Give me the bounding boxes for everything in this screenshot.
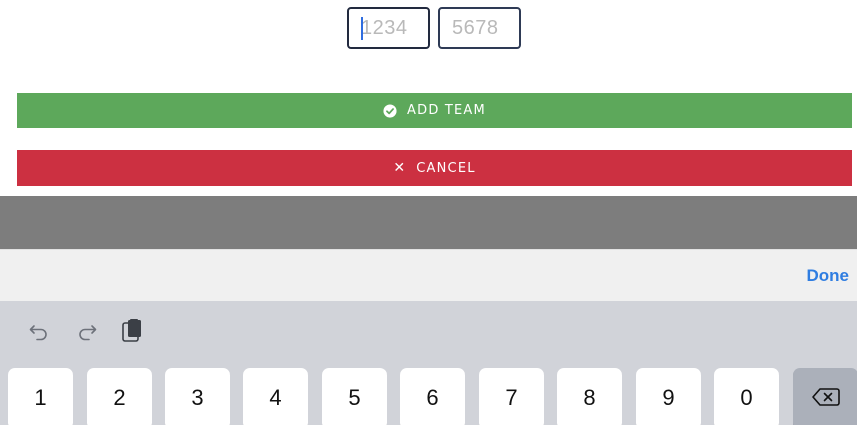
key-3[interactable]: 3 [165,368,230,425]
text-cursor [361,17,363,40]
add-team-button[interactable]: ADD TEAM [17,93,852,128]
key-8[interactable]: 8 [557,368,622,425]
key-7[interactable]: 7 [479,368,544,425]
paste-icon[interactable] [118,317,146,345]
key-5[interactable]: 5 [322,368,387,425]
keyboard-accessory-bar: Done [0,249,857,301]
key-4[interactable]: 4 [243,368,308,425]
pin-field-2[interactable] [438,7,521,49]
key-6[interactable]: 6 [400,368,465,425]
pin-field-1-wrapper [347,7,430,49]
add-team-label: ADD TEAM [407,103,486,118]
key-0[interactable]: 0 [714,368,779,425]
delete-key[interactable] [793,368,857,425]
done-button[interactable]: Done [807,266,850,286]
backspace-icon [811,388,840,406]
pin-input-group [347,7,521,49]
keyboard-shortcut-bar [0,301,857,361]
cancel-label: CANCEL [416,160,476,176]
modal-dim-overlay [0,196,857,249]
numeric-keyboard: 1 2 3 4 5 6 7 8 9 0 [0,301,857,425]
close-icon: ✕ [393,160,407,176]
key-2[interactable]: 2 [87,368,152,425]
pin-field-1[interactable] [347,7,430,49]
redo-icon[interactable] [73,317,101,345]
key-1[interactable]: 1 [8,368,73,425]
key-9[interactable]: 9 [636,368,701,425]
undo-icon[interactable] [25,317,53,345]
cancel-button[interactable]: ✕ CANCEL [17,150,852,186]
check-circle-icon [383,103,397,118]
